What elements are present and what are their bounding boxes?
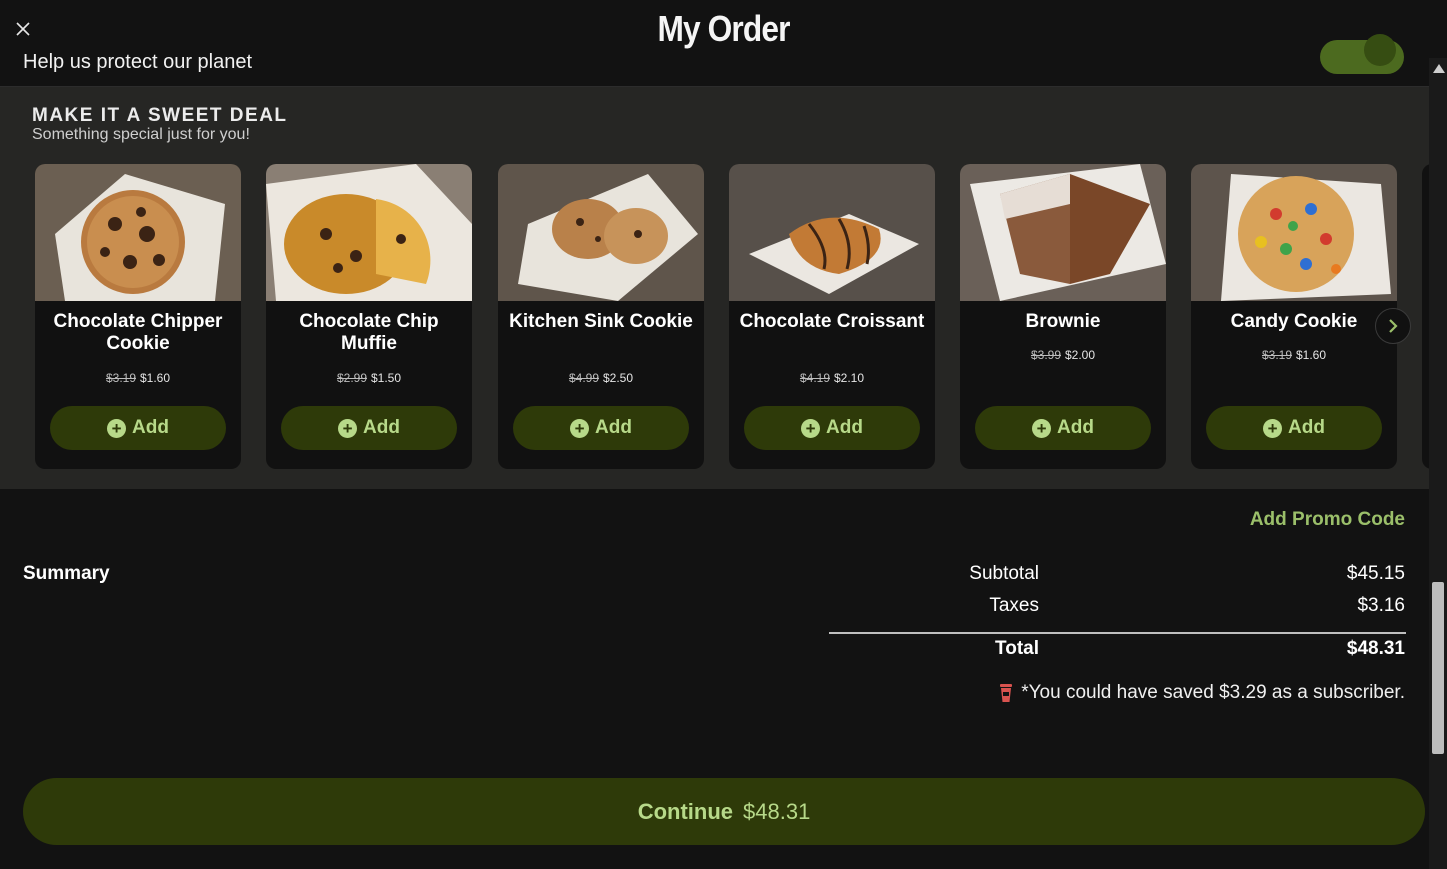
product-card[interactable]: Brownie $3.99 $2.00 + Add: [960, 164, 1166, 469]
product-card[interactable]: Kitchen Sink Cookie $4.99 $2.50 + Add: [498, 164, 704, 469]
add-button[interactable]: + Add: [975, 406, 1151, 450]
old-price: $2.99: [336, 371, 367, 385]
add-button[interactable]: + Add: [281, 406, 457, 450]
product-price: $3.19 $1.60: [1191, 348, 1397, 362]
product-name: Chocolate Chip Muffie: [299, 311, 439, 354]
order-screen: My Order Help us protect our planet MAKE…: [0, 0, 1447, 869]
add-button[interactable]: + Add: [50, 406, 226, 450]
add-label: Add: [363, 417, 400, 438]
candy-cookie-image: [1191, 164, 1397, 301]
drink-cup-icon: [1000, 684, 1013, 702]
add-button[interactable]: + Add: [1206, 406, 1382, 450]
old-price: $4.99: [568, 371, 599, 385]
add-button[interactable]: + Add: [513, 406, 689, 450]
product-price: $2.99 $1.50: [266, 371, 472, 385]
add-promo-code-link[interactable]: Add Promo Code: [1250, 509, 1405, 531]
new-price: $1.60: [140, 371, 171, 385]
kitchen-sink-cookie-image: [498, 164, 704, 301]
product-name: Chocolate Chipper Cookie: [53, 311, 223, 354]
product-price: $3.19 $1.60: [35, 371, 241, 385]
taxes-label: Taxes: [989, 595, 1039, 616]
new-price: $2.00: [1065, 348, 1096, 362]
scrollbar[interactable]: [1429, 58, 1447, 869]
continue-amount: $48.31: [743, 798, 811, 824]
brownie-image: [960, 164, 1166, 301]
subtotal-value: $45.15: [1346, 563, 1405, 584]
plus-circle-icon: +: [1263, 418, 1283, 438]
old-price: $3.19: [1261, 348, 1292, 362]
scroll-up-arrow-icon[interactable]: [1433, 64, 1445, 73]
plus-circle-icon: +: [570, 418, 590, 438]
upsell-section: MAKE IT A SWEET DEAL Something special j…: [0, 87, 1429, 489]
plus-circle-icon: +: [801, 418, 821, 438]
header: My Order Help us protect our planet: [0, 0, 1447, 87]
continue-button[interactable]: Continue $48.31: [23, 778, 1425, 845]
summary-heading: Summary: [23, 563, 110, 584]
add-label: Add: [595, 417, 632, 438]
scroll-thumb[interactable]: [1432, 582, 1444, 754]
summary-divider: [829, 632, 1406, 634]
upsell-title: MAKE IT A SWEET DEAL: [32, 105, 288, 126]
planet-toggle[interactable]: [1320, 34, 1404, 74]
old-price: $3.99: [1030, 348, 1061, 362]
product-price: $4.19 $2.10: [729, 371, 935, 385]
add-label: Add: [1288, 417, 1325, 438]
product-name: Brownie: [1025, 311, 1101, 332]
add-label: Add: [132, 417, 169, 438]
new-price: $1.50: [371, 371, 402, 385]
product-card[interactable]: Chocolate Croissant $4.19 $2.10 + Add: [729, 164, 935, 469]
page-title: My Order: [657, 8, 790, 49]
chocolate-chip-muffie-image: [266, 164, 472, 301]
plus-circle-icon: +: [338, 418, 358, 438]
close-icon: [16, 22, 30, 36]
add-label: Add: [1057, 417, 1094, 438]
product-name: Candy Cookie: [1230, 311, 1358, 332]
product-price: $4.99 $2.50: [498, 371, 704, 385]
plus-circle-icon: +: [107, 418, 127, 438]
product-card-peek: [1422, 164, 1429, 469]
taxes-value: $3.16: [1357, 595, 1405, 616]
old-price: $3.19: [105, 371, 136, 385]
product-price: $3.99 $2.00: [960, 348, 1166, 362]
product-name: Chocolate Croissant: [739, 311, 925, 332]
subtotal-label: Subtotal: [969, 563, 1039, 584]
toggle-knob: [1364, 34, 1396, 66]
add-button[interactable]: + Add: [744, 406, 920, 450]
new-price: $2.10: [834, 371, 865, 385]
add-label: Add: [826, 417, 863, 438]
product-card[interactable]: Chocolate Chip Muffie $2.99 $1.50 + Add: [266, 164, 472, 469]
total-value: $48.31: [1346, 638, 1405, 659]
subscriber-savings-note: *You could have saved $3.29 as a subscri…: [999, 682, 1405, 704]
savings-text: *You could have saved $3.29 as a subscri…: [1021, 682, 1405, 703]
continue-label: Continue: [637, 798, 734, 824]
close-button[interactable]: [12, 18, 34, 40]
chevron-right-icon: [1389, 319, 1398, 333]
product-name: Kitchen Sink Cookie: [509, 311, 693, 332]
chocolate-croissant-image: [729, 164, 935, 301]
chocolate-chipper-cookie-image: [35, 164, 241, 301]
total-label: Total: [995, 638, 1039, 659]
product-card[interactable]: Chocolate Chipper Cookie $3.19 $1.60 + Ad…: [35, 164, 241, 469]
upsell-subtitle: Something special just for you!: [32, 126, 250, 143]
new-price: $1.60: [1296, 348, 1327, 362]
new-price: $2.50: [603, 371, 634, 385]
carousel-next-button[interactable]: [1375, 308, 1411, 344]
planet-text: Help us protect our planet: [23, 51, 253, 73]
plus-circle-icon: +: [1032, 418, 1052, 438]
old-price: $4.19: [799, 371, 830, 385]
product-card[interactable]: Candy Cookie $3.19 $1.60 + Add: [1191, 164, 1397, 469]
